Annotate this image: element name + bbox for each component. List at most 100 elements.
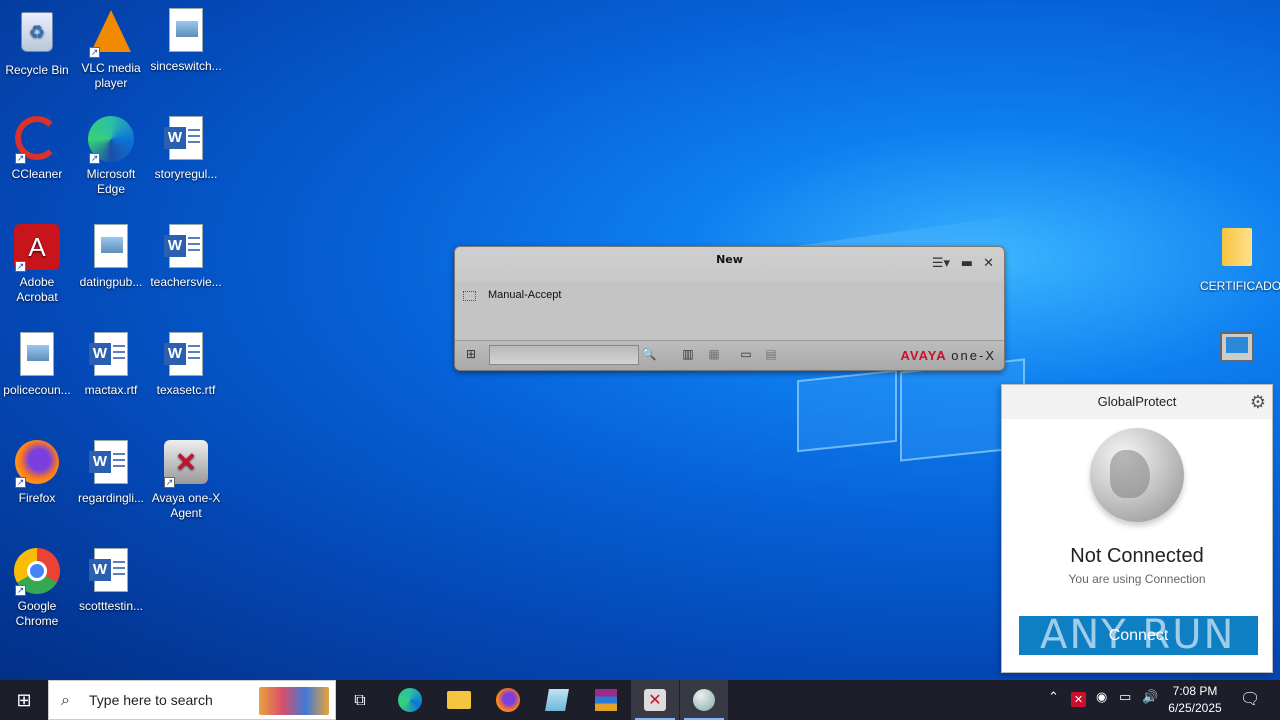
icon-label: Firefox (18, 491, 56, 505)
desktop-icon-ccleaner[interactable]: ↗ CCleaner (0, 116, 74, 182)
icon-label: texasetc.rtf (156, 383, 216, 397)
acrobat-icon: A ↗ (13, 224, 61, 272)
avaya-icon: ✕ (644, 689, 666, 711)
desktop-icon-setup[interactable] (1200, 330, 1274, 383)
clock-time: 7:08 PM (1172, 684, 1218, 698)
firefox-icon: ↗ (13, 440, 61, 488)
word-doc-icon: W (87, 548, 135, 596)
image-file-icon (162, 8, 210, 56)
desktop-icon-firefox[interactable]: ↗ Firefox (0, 440, 74, 506)
word-doc-icon: W (162, 224, 210, 272)
desktop-icon-policecoun[interactable]: policecoun... (0, 332, 74, 398)
desktop-icon-scotttestin[interactable]: W scotttestin... (74, 548, 148, 614)
connection-subtitle: You are using Connection (1068, 572, 1206, 586)
taskbar-search[interactable]: ⌕ Type here to search (48, 680, 336, 720)
clock[interactable]: 7:08 PM 6/25/2025 (1162, 683, 1228, 717)
camera-icon[interactable]: ◉ (1096, 690, 1107, 705)
image-file-icon (13, 332, 61, 380)
desktop-icon-datingpub[interactable]: datingpub... (74, 224, 148, 290)
volume-icon[interactable]: 🔊 (1142, 690, 1158, 705)
desktop-icon-regardingli[interactable]: W regardingli... (74, 440, 148, 506)
setup-icon (1213, 332, 1261, 380)
word-doc-icon: W (162, 332, 210, 380)
window-icon[interactable]: ▭ (738, 347, 754, 361)
taskbar-winrar[interactable] (582, 680, 630, 720)
globalprotect-title: GlobalProtect (1097, 394, 1177, 409)
search-icon[interactable]: 🔍 (641, 347, 657, 361)
firefox-icon (496, 688, 520, 712)
notepad-icon (545, 689, 569, 711)
minimize-icon[interactable]: ▬ (961, 251, 973, 277)
taskbar-globalprotect[interactable] (680, 680, 728, 720)
taskbar-file-explorer[interactable] (435, 680, 483, 720)
taskbar-firefox[interactable] (484, 680, 532, 720)
desktop-icon-microsoft-edge[interactable]: ↗ Microsoft Edge (74, 116, 148, 197)
taskbar-notepad[interactable] (533, 680, 581, 720)
avaya-tray-icon[interactable]: ✕ (1071, 692, 1086, 707)
clock-date: 6/25/2025 (1168, 701, 1222, 715)
icon-label: sinceswitch... (150, 59, 222, 73)
close-icon[interactable]: ✕ (983, 251, 994, 277)
icon-label: regardingli... (77, 491, 145, 505)
desktop-icon-adobe-acrobat[interactable]: A ↗ Adobe Acrobat (0, 224, 74, 305)
book-icon[interactable]: ▥ (680, 347, 696, 361)
taskbar: ⊞ ⌕ Type here to search ⧉ ✕ ⌃ ✕ ◉ ▭ 🔊 7:… (0, 680, 1280, 720)
avaya-window[interactable]: New ☰▾ ▬ ✕ Manual-Accept ⊞ 🔍 ▥ ▦ ▭ ▤ AVA… (454, 246, 1005, 371)
avaya-titlebar[interactable]: New ☰▾ ▬ ✕ (455, 247, 1004, 282)
desktop-icon-sinceswitch[interactable]: sinceswitch... (149, 8, 223, 74)
icon-label: scotttestin... (78, 599, 144, 613)
notification-icon[interactable]: 🗨 (1240, 689, 1260, 708)
wallpaper-pane (797, 369, 897, 453)
icon-label: Recycle Bin (5, 63, 69, 77)
icon-label: Avaya one-X Agent (151, 491, 221, 520)
globe-icon (693, 689, 715, 711)
manual-accept-checkbox[interactable] (463, 291, 476, 301)
avaya-brand-right: one-X (951, 348, 996, 363)
chrome-icon: ↗ (13, 548, 61, 596)
menu-icon[interactable]: ☰▾ (932, 251, 950, 277)
icon-label: datingpub... (79, 275, 143, 289)
search-icon: ⌕ (61, 690, 70, 709)
desktop-icon-mactax[interactable]: W mactax.rtf (74, 332, 148, 398)
icon-label: Google Chrome (15, 599, 59, 628)
search-highlight-image (259, 687, 329, 715)
task-view-button[interactable]: ⧉ (336, 680, 384, 720)
gear-icon[interactable]: ⚙ (1250, 385, 1266, 419)
avaya-brand-left: AVAYA (900, 348, 947, 363)
desktop-icon-certificado[interactable]: CERTIFICADO (1200, 224, 1280, 294)
dialpad-icon[interactable]: ⊞ (463, 347, 479, 361)
word-doc-icon: W (162, 116, 210, 164)
chevron-up-icon[interactable]: ⌃ (1048, 690, 1059, 705)
icon-label: storyregul... (154, 167, 218, 181)
avaya-search-input[interactable] (489, 345, 639, 365)
word-doc-icon: W (87, 332, 135, 380)
desktop-icon-storyregul[interactable]: W storyregul... (149, 116, 223, 182)
avaya-body: Manual-Accept (455, 282, 1004, 340)
icon-label: CERTIFICADO (1200, 279, 1280, 293)
globe-icon (1090, 428, 1184, 522)
layout-icon[interactable]: ▤ (763, 347, 779, 361)
icon-label: teachersvie... (150, 275, 222, 289)
folder-icon (1213, 228, 1261, 276)
globalprotect-header: GlobalProtect ⚙ (1002, 385, 1272, 419)
desktop-icon-texasetc[interactable]: W texasetc.rtf (149, 332, 223, 398)
desktop-icon-vlc[interactable]: ↗ VLC media player (74, 8, 148, 91)
icon-label: mactax.rtf (84, 383, 138, 397)
folder-icon (447, 691, 471, 709)
desktop-icon-recycle-bin[interactable]: ♻ Recycle Bin (0, 8, 74, 78)
desktop-icon-teachersvie[interactable]: W teachersvie... (149, 224, 223, 290)
taskbar-edge[interactable] (386, 680, 434, 720)
desktop-icon-avaya-one-x[interactable]: ✕ ↗ Avaya one-X Agent (149, 440, 223, 521)
vlc-icon: ↗ (87, 10, 135, 58)
avaya-toolbar: ⊞ 🔍 ▥ ▦ ▭ ▤ AVAYA one-X (455, 340, 1004, 370)
connection-status: Not Connected (1070, 545, 1204, 567)
task-view-icon: ⧉ (354, 690, 366, 709)
globalprotect-panel[interactable]: GlobalProtect ⚙ Not Connected You are us… (1001, 384, 1273, 673)
connect-button[interactable]: Connect (1019, 616, 1258, 655)
desktop-icon-google-chrome[interactable]: ↗ Google Chrome (0, 548, 74, 629)
grid-icon[interactable]: ▦ (706, 347, 722, 361)
start-button[interactable]: ⊞ (0, 680, 48, 720)
taskbar-avaya[interactable]: ✕ (631, 680, 679, 720)
icon-label: Adobe Acrobat (16, 275, 58, 304)
network-icon[interactable]: ▭ (1119, 690, 1131, 705)
